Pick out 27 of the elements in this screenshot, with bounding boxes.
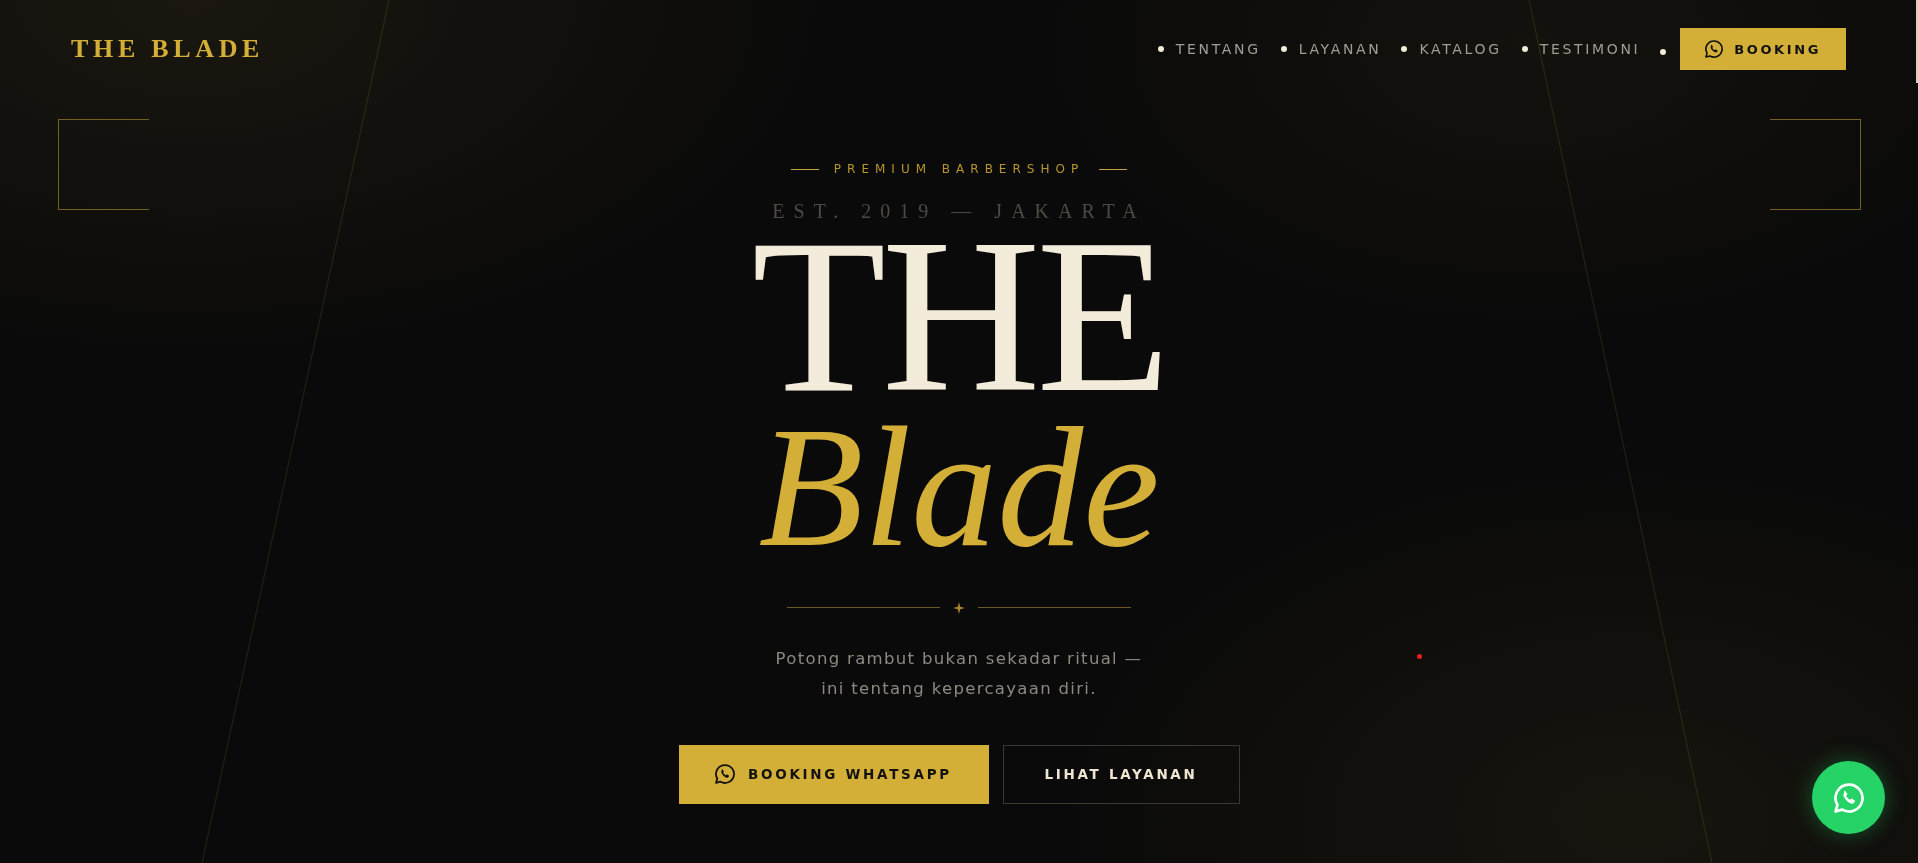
booking-button[interactable]: BOOKING	[1680, 28, 1846, 70]
nav-link[interactable]: TESTIMONI	[1539, 40, 1641, 58]
established-text: EST. 2019 — JAKARTA	[772, 199, 1146, 223]
cursor-dot-icon	[1417, 654, 1422, 659]
tagline-text: Potong rambut bukan sekadar ritual — ini tentang kepercayaan diri.	[775, 647, 1143, 700]
nav-dot-icon	[1157, 46, 1164, 52]
nav-dot-icon	[1401, 46, 1408, 52]
eyebrow-text: PREMIUM BARBERSHOP	[833, 161, 1085, 177]
nav-link[interactable]: LAYANAN	[1298, 40, 1382, 58]
cta-button[interactable]: BOOKING WHATSAPP	[678, 744, 989, 804]
nav-dot-icon	[1280, 46, 1287, 52]
nav-link[interactable]: TENTANG	[1175, 40, 1261, 58]
sparkle-icon	[953, 601, 965, 614]
chat-button[interactable]	[1812, 761, 1885, 834]
hero-subtitle: Blade	[757, 410, 1161, 565]
hero-title: THE	[751, 223, 1167, 410]
nav-dot-icon	[1660, 49, 1667, 55]
nav-dot-icon	[1521, 46, 1528, 52]
scrollbar-thumb[interactable]	[1916, 0, 1918, 83]
logo[interactable]: THE BLADE	[71, 36, 265, 62]
eyebrow-line	[790, 168, 819, 170]
eyebrow-line	[1099, 168, 1128, 170]
cta-button[interactable]: LIHAT LAYANAN	[1002, 744, 1240, 804]
chat-bubble-phone-icon	[1705, 40, 1724, 58]
chat-bubble-phone-icon	[715, 764, 736, 785]
chat-bubble-phone-icon	[1833, 782, 1864, 813]
nav-link[interactable]: KATALOG	[1419, 40, 1502, 58]
